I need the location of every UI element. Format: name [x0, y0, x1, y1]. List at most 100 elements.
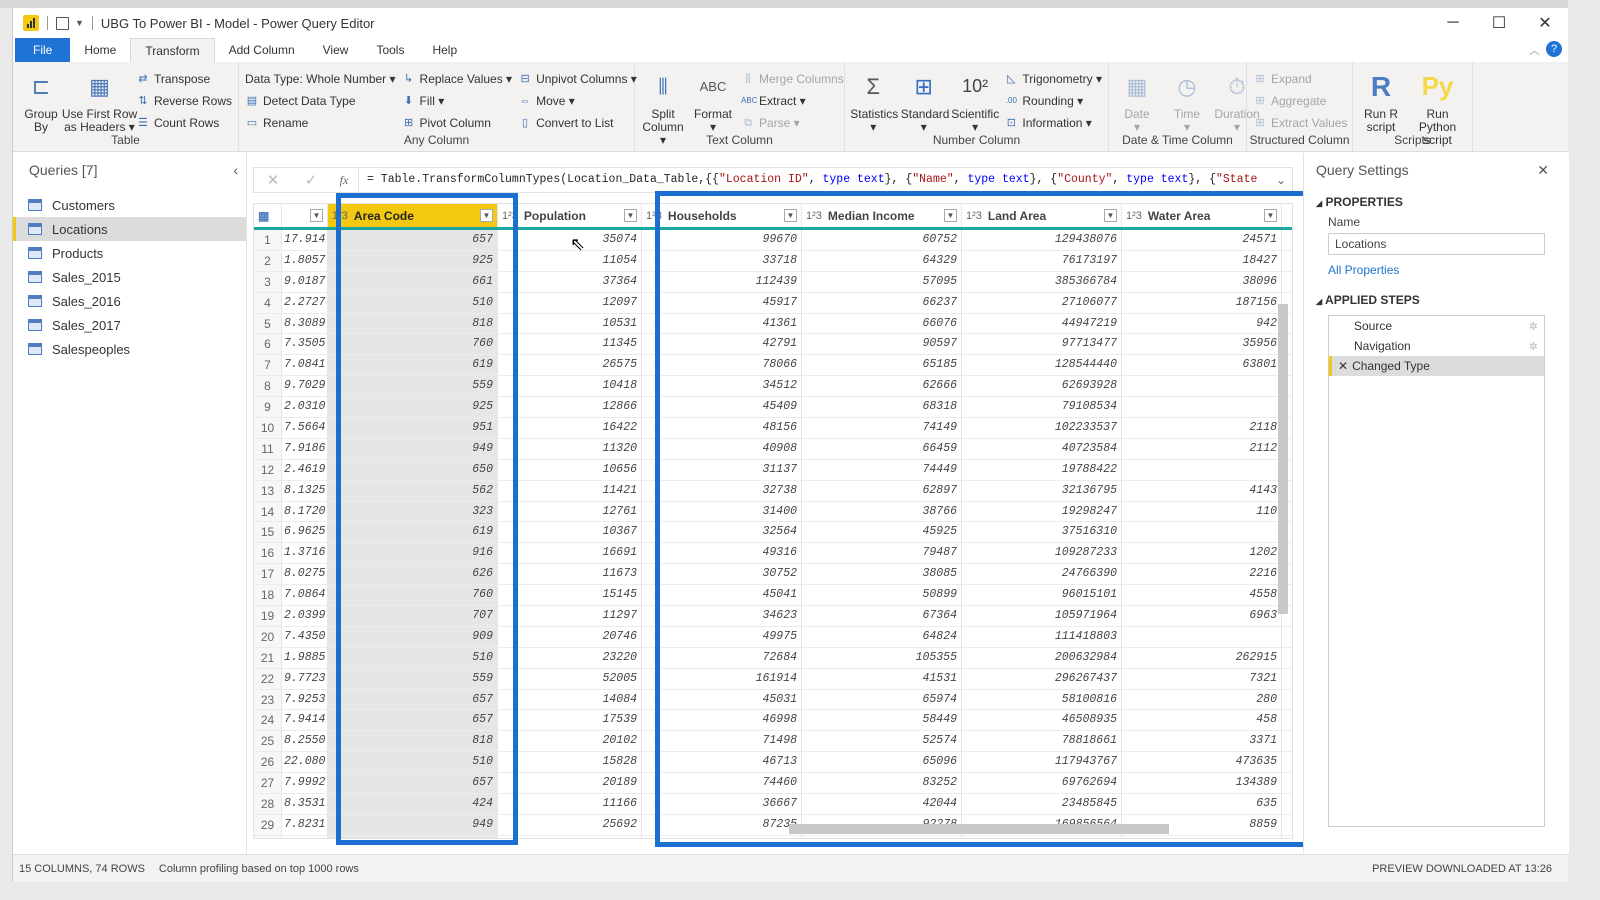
query-item-salespeoples[interactable]: Salespeoples: [13, 337, 246, 361]
whole-number-type-icon[interactable]: 1²3: [502, 210, 518, 222]
cell-col[interactable]: 2.4619: [282, 459, 328, 480]
cell-col[interactable]: 2.2727: [282, 292, 328, 313]
cell-col[interactable]: [282, 835, 328, 838]
cell-land-area[interactable]: 76173197: [962, 250, 1122, 271]
cell-households[interactable]: 31137: [642, 459, 802, 480]
horizontal-scroll-thumb[interactable]: [789, 824, 1169, 834]
cell-population[interactable]: 11320: [498, 438, 642, 459]
column-header-area-code[interactable]: 1²3 Area Code ▼: [328, 204, 498, 227]
cell-land-area[interactable]: 78818661: [962, 731, 1122, 752]
cell-col[interactable]: 7.0864: [282, 585, 328, 606]
cell-area-code[interactable]: 657: [328, 230, 498, 250]
cell-median-income[interactable]: [802, 835, 962, 838]
cell-population[interactable]: 11421: [498, 480, 642, 501]
cell-households[interactable]: [642, 835, 802, 838]
cell-median-income[interactable]: 62897: [802, 480, 962, 501]
cell-col[interactable]: 9.7029: [282, 376, 328, 397]
reverse-rows-button[interactable]: ⇅ Reverse Rows: [136, 92, 232, 110]
cell-land-area[interactable]: 32136795: [962, 480, 1122, 501]
column-filter-dropdown-icon[interactable]: ▼: [784, 209, 797, 222]
cell-water-area[interactable]: 2118: [1122, 418, 1282, 438]
cell-col[interactable]: 9.7723: [282, 668, 328, 689]
cell-col[interactable]: 7.9253: [282, 689, 328, 710]
cell-land-area[interactable]: 129438076: [962, 230, 1122, 250]
cell-land-area[interactable]: 58100816: [962, 689, 1122, 710]
cancel-formula-icon[interactable]: ✕: [254, 171, 292, 189]
cell-population[interactable]: 11673: [498, 564, 642, 585]
applied-step-changed-type[interactable]: ✕ Changed Type: [1329, 356, 1544, 376]
cell-water-area[interactable]: 942: [1122, 313, 1282, 334]
cell-area-code[interactable]: 510: [328, 292, 498, 313]
cell-households[interactable]: 34623: [642, 606, 802, 626]
cell-area-code[interactable]: [328, 835, 498, 838]
column-filter-dropdown-icon[interactable]: ▼: [1104, 209, 1117, 222]
collapse-ribbon-icon[interactable]: ︿: [1529, 42, 1540, 58]
query-item-sales_2016[interactable]: Sales_2016: [13, 289, 246, 313]
cell-population[interactable]: 52005: [498, 668, 642, 689]
cell-water-area[interactable]: 2216: [1122, 564, 1282, 585]
cell-land-area[interactable]: 105971964: [962, 606, 1122, 626]
fill-button[interactable]: ⬇ Fill ▾: [402, 92, 513, 110]
cell-median-income[interactable]: 38766: [802, 501, 962, 522]
data-type-dropdown[interactable]: Data Type: Whole Number ▾: [245, 70, 396, 88]
tab-view[interactable]: View: [309, 38, 363, 62]
cell-water-area[interactable]: 110: [1122, 501, 1282, 522]
whole-number-type-icon[interactable]: 1²3: [332, 210, 348, 222]
column-filter-dropdown-icon[interactable]: ▼: [310, 209, 323, 222]
cell-population[interactable]: 10367: [498, 522, 642, 543]
transpose-button[interactable]: ⇄ Transpose: [136, 70, 232, 88]
cell-median-income[interactable]: 50899: [802, 585, 962, 606]
tab-file[interactable]: File: [15, 38, 71, 62]
quick-access-dropdown-icon[interactable]: ▼: [75, 18, 84, 28]
cell-median-income[interactable]: 60752: [802, 230, 962, 250]
cell-households[interactable]: 45041: [642, 585, 802, 606]
whole-number-type-icon[interactable]: 1²3: [966, 210, 982, 222]
expand-button[interactable]: ⊞ Expand: [1253, 70, 1347, 88]
cell-median-income[interactable]: 65185: [802, 355, 962, 376]
cell-households[interactable]: 49975: [642, 626, 802, 647]
cell-col[interactable]: 7.5664: [282, 418, 328, 438]
cell-households[interactable]: 32738: [642, 480, 802, 501]
cell-land-area[interactable]: 24766390: [962, 564, 1122, 585]
cell-land-area[interactable]: [962, 835, 1122, 838]
cell-area-code[interactable]: 925: [328, 397, 498, 418]
cell-area-code[interactable]: 562: [328, 480, 498, 501]
cell-median-income[interactable]: 83252: [802, 773, 962, 794]
cell-water-area[interactable]: 38096: [1122, 271, 1282, 292]
cell-population[interactable]: 37364: [498, 271, 642, 292]
cell-median-income[interactable]: 41531: [802, 668, 962, 689]
cell-population[interactable]: 14084: [498, 689, 642, 710]
column-filter-dropdown-icon[interactable]: ▼: [1264, 209, 1277, 222]
cell-col[interactable]: 8.0275: [282, 564, 328, 585]
step-settings-gear-icon[interactable]: ✲: [1529, 320, 1538, 333]
cell-population[interactable]: 11345: [498, 334, 642, 355]
cell-land-area[interactable]: 385366784: [962, 271, 1122, 292]
cell-households[interactable]: 112439: [642, 271, 802, 292]
all-properties-link[interactable]: All Properties: [1304, 255, 1569, 285]
cell-water-area[interactable]: [1122, 835, 1282, 838]
cell-land-area[interactable]: 44947219: [962, 313, 1122, 334]
cell-households[interactable]: 45917: [642, 292, 802, 313]
cell-water-area[interactable]: 6963: [1122, 606, 1282, 626]
collapse-steps-icon[interactable]: ◢: [1316, 297, 1322, 306]
cell-households[interactable]: 42791: [642, 334, 802, 355]
cell-col[interactable]: 7.9186: [282, 438, 328, 459]
cell-area-code[interactable]: 760: [328, 334, 498, 355]
cell-area-code[interactable]: 510: [328, 647, 498, 668]
cell-land-area[interactable]: 27106077: [962, 292, 1122, 313]
cell-water-area[interactable]: 134389: [1122, 773, 1282, 794]
aggregate-button[interactable]: ⊞ Aggregate: [1253, 92, 1347, 110]
query-item-locations[interactable]: Locations: [13, 217, 246, 241]
merge-columns-button[interactable]: ⫼ Merge Columns: [741, 70, 843, 88]
cell-households[interactable]: 30752: [642, 564, 802, 585]
cell-area-code[interactable]: 657: [328, 689, 498, 710]
cell-households[interactable]: 161914: [642, 668, 802, 689]
query-name-input[interactable]: Locations: [1328, 233, 1545, 255]
cell-water-area[interactable]: 473635: [1122, 752, 1282, 773]
cell-land-area[interactable]: 46508935: [962, 710, 1122, 731]
cell-households[interactable]: 41361: [642, 313, 802, 334]
cell-area-code[interactable]: 657: [328, 773, 498, 794]
cell-median-income[interactable]: 67364: [802, 606, 962, 626]
cell-land-area[interactable]: 69762694: [962, 773, 1122, 794]
cell-households[interactable]: 72684: [642, 647, 802, 668]
